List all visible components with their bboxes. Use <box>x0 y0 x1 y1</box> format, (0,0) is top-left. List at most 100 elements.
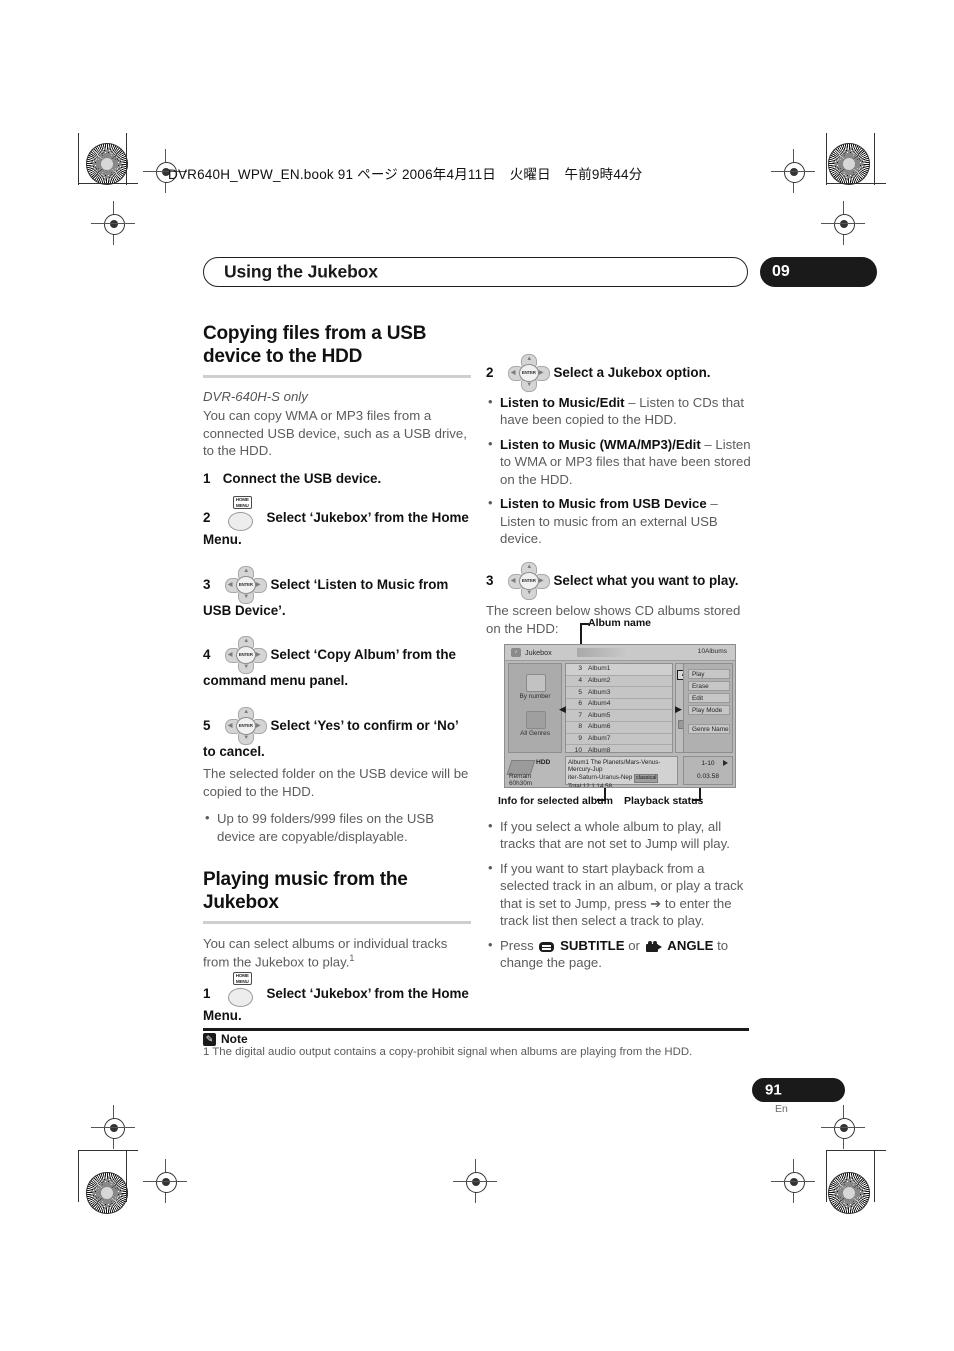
osd-by-number-label: By number <box>519 693 551 700</box>
osd-album-row[interactable]: 4 Album2 <box>566 676 672 688</box>
step-3-select-listen-usb: 3 ENTER ▲ ▼ ◀ ▶ Select ‘Listen to Music … <box>203 565 471 620</box>
nav-left-icon: ◀ <box>559 704 566 714</box>
jukebox-screen-figure: ♪ Jukebox 10Albums By number All Genres … <box>504 644 736 788</box>
callout-leader-line <box>604 786 606 800</box>
option-name: Listen to Music from USB Device <box>500 496 707 512</box>
osd-album-row[interactable]: 6 Album4 <box>566 699 672 711</box>
album-title: Album4 <box>588 700 611 708</box>
manual-page: DVR640H_WPW_EN.book 91 ページ 2006年4月11日 火曜… <box>0 0 954 1351</box>
jukebox-option-listen-usb-device: Listen to Music from USB Device – Listen… <box>486 494 754 547</box>
dpad-enter-icon: ENTER ▲ ▼ ◀ ▶ <box>224 707 267 746</box>
subtitle-icon <box>539 941 555 952</box>
note-heading: Note <box>221 1032 248 1046</box>
album-number: 8 <box>578 723 582 731</box>
osd-album-list[interactable]: 3 Album1 4 Album2 5 Album3 6 Album4 7 Al… <box>565 663 673 757</box>
album-number: 4 <box>578 676 582 684</box>
step-text: Select what you want to play. <box>553 573 739 589</box>
page-number-badge: 91 <box>752 1078 845 1102</box>
tip-press-label: Press <box>500 937 534 953</box>
osd-info-line2: iter-Saturn-Uranus-Nep <box>568 773 633 781</box>
jukebox-option-listen-wma-mp3-edit: Listen to Music (WMA/MP3)/Edit – Listen … <box>486 435 754 488</box>
step-5-confirm-yes-no: 5 ENTER ▲ ▼ ◀ ▶ Select ‘Yes’ to confirm … <box>203 707 471 761</box>
crop-mark <box>78 183 138 185</box>
print-target-bottom-left <box>86 1172 128 1214</box>
tip-whole-album: If you select a whole album to play, all… <box>486 817 754 853</box>
album-number: 7 <box>578 711 582 719</box>
arrow-right-icon: ➔ <box>650 895 662 911</box>
osd-all-genres-label: All Genres <box>520 730 550 737</box>
album-number: 9 <box>578 734 582 742</box>
page-language: En <box>775 1103 788 1115</box>
registration-mark <box>771 1159 815 1203</box>
step-number: 2 <box>486 365 494 380</box>
left-column: Copying files from a USB device to the H… <box>203 322 471 1029</box>
album-title: Album3 <box>588 688 611 696</box>
step-3-select-what-to-play: 3 ENTER ▲ ▼ ◀ ▶ Select what you want to … <box>486 562 754 601</box>
right-column: 2 ENTER ▲ ▼ ◀ ▶ Select a Jukebox option.… <box>486 354 754 647</box>
section2-intro-text: You can select albums or individual trac… <box>203 936 448 970</box>
album-number: 3 <box>578 665 582 673</box>
callout-album-name: Album name <box>588 617 652 629</box>
crop-mark <box>826 1150 828 1202</box>
osd-album-info: Album1 The Planets/Mars-Venus-Mercury-Ju… <box>565 756 678 788</box>
section-heading-copying-files: Copying files from a USB device to the H… <box>203 323 427 368</box>
note-divider <box>203 1028 749 1031</box>
page-title: Using the Jukebox <box>224 261 378 282</box>
footnote-marker: 1 <box>349 952 355 963</box>
album-title: Album5 <box>588 711 611 719</box>
osd-album-count: 10Albums <box>697 648 727 655</box>
step-2-select-jukebox: 2 HOME MENU Select ‘Jukebox’ from the Hom… <box>203 495 471 549</box>
chapter-badge: 09 <box>760 257 877 287</box>
osd-remain-value: 60h30m <box>509 780 533 787</box>
right-column-bullets: If you select a whole album to play, all… <box>486 817 754 980</box>
step-number: 1 <box>203 470 211 486</box>
note-text: 1 The digital audio output contains a co… <box>203 1046 693 1058</box>
album-title: Album2 <box>588 676 611 684</box>
step-number: 1 <box>203 985 211 1001</box>
osd-album-row[interactable]: 9 Album7 <box>566 734 672 746</box>
album-title: Album7 <box>588 734 611 742</box>
osd-info-line3: Total 12 1.14.58 <box>568 783 613 788</box>
osd-album-row[interactable]: 3 Album1 <box>566 664 672 676</box>
step-text: Connect the USB device. <box>222 470 382 486</box>
note-icon: ✎ <box>203 1033 216 1046</box>
osd-hdd-status: HDD Remain 60h30m <box>506 757 563 787</box>
osd-command-edit[interactable]: Edit <box>688 693 730 703</box>
angle-icon <box>645 940 662 952</box>
step5-explanation: The selected folder on the USB device wi… <box>203 766 469 799</box>
osd-sort-panel[interactable]: By number All Genres <box>508 663 562 753</box>
or-label: or <box>628 937 640 953</box>
osd-album-row[interactable]: 10 Album8 <box>566 745 672 757</box>
crop-mark <box>78 1150 138 1152</box>
osd-album-row[interactable]: 7 Album5 <box>566 710 672 722</box>
crop-mark <box>126 133 128 185</box>
album-title: Album1 <box>588 665 611 673</box>
osd-command-panel[interactable]: Play Erase Edit Play Mode Genre Name <box>683 663 733 753</box>
osd-command-play-mode[interactable]: Play Mode <box>688 705 730 715</box>
crop-mark <box>874 133 876 185</box>
dpad-enter-icon: ENTER ▲ ▼ ◀ ▶ <box>507 354 550 392</box>
crop-mark <box>826 183 886 185</box>
book-file-header: DVR640H_WPW_EN.book 91 ページ 2006年4月11日 火曜… <box>168 167 643 182</box>
dpad-enter-icon: ENTER ▲ ▼ ◀ ▶ <box>224 636 267 675</box>
osd-album-row[interactable]: 5 Album3 <box>566 687 672 699</box>
option-name: Listen to Music/Edit <box>500 395 625 410</box>
running-title-bar: Using the Jukebox <box>203 257 748 287</box>
all-genres-icon <box>526 711 546 729</box>
crop-mark <box>874 1150 876 1202</box>
jukebox-logo-icon: ♪ <box>511 648 521 657</box>
crop-mark <box>826 1150 886 1152</box>
osd-info-line1: Album1 The Planets/Mars-Venus-Mercury-Ju… <box>568 758 661 774</box>
osd-album-row[interactable]: 8 Album6 <box>566 722 672 734</box>
osd-command-erase[interactable]: Erase <box>688 681 730 691</box>
osd-command-play[interactable]: Play <box>688 669 730 679</box>
osd-remain-label: Remain <box>509 773 532 780</box>
registration-mark <box>453 1159 497 1203</box>
section1-intro: You can copy WMA or MP3 files from a con… <box>203 408 467 459</box>
step-text: Select a Jukebox option. <box>553 365 711 380</box>
step-number: 5 <box>203 718 211 734</box>
registration-mark <box>821 1105 865 1149</box>
callout-leader-line <box>699 786 701 800</box>
dpad-enter-icon: ENTER ▲ ▼ ◀ ▶ <box>507 562 550 601</box>
osd-command-genre-name[interactable]: Genre Name <box>688 724 730 734</box>
